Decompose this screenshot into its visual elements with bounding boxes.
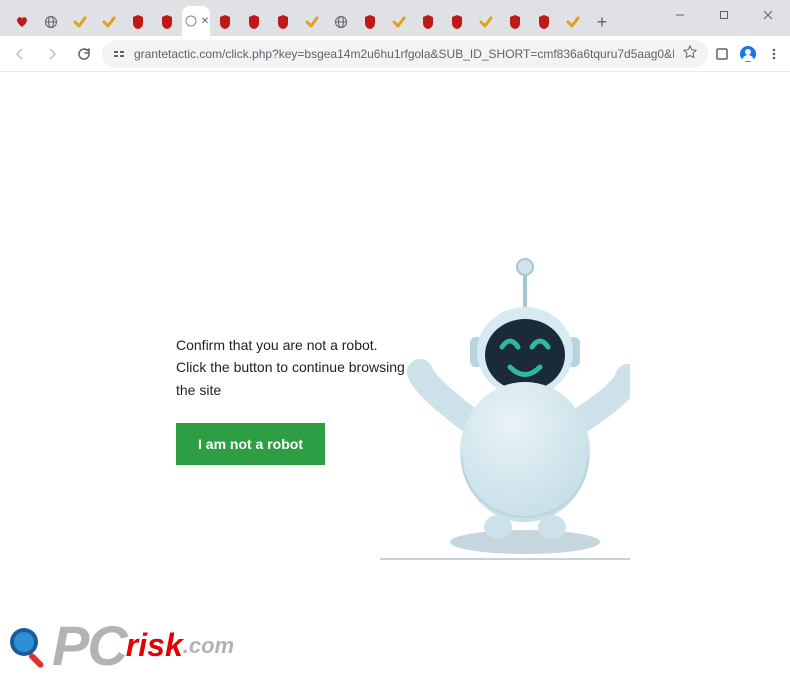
magnifier-icon bbox=[4, 622, 52, 670]
browser-tab[interactable] bbox=[327, 8, 355, 36]
browser-tab[interactable] bbox=[95, 8, 123, 36]
tab-favicon bbox=[478, 14, 494, 30]
tab-favicon bbox=[420, 14, 436, 30]
tab-favicon bbox=[72, 14, 88, 30]
browser-tab[interactable] bbox=[153, 8, 181, 36]
page-content: Confirm that you are not a robot. Click … bbox=[0, 72, 790, 688]
robot-illustration bbox=[370, 227, 630, 567]
tab-favicon bbox=[14, 14, 30, 30]
watermark-com: .com bbox=[183, 633, 234, 659]
tab-favicon bbox=[217, 14, 233, 30]
tab-favicon bbox=[507, 14, 523, 30]
tab-favicon bbox=[159, 14, 175, 30]
tab-favicon bbox=[43, 14, 59, 30]
reload-button[interactable] bbox=[70, 40, 98, 68]
page-favicon bbox=[183, 13, 199, 29]
minimize-button[interactable] bbox=[658, 0, 702, 30]
browser-tab[interactable] bbox=[66, 8, 94, 36]
browser-tab[interactable] bbox=[385, 8, 413, 36]
window-controls bbox=[658, 0, 790, 30]
close-window-button[interactable] bbox=[746, 0, 790, 30]
site-info-icon[interactable] bbox=[112, 47, 126, 61]
tab-favicon bbox=[101, 14, 117, 30]
browser-tab[interactable] bbox=[37, 8, 65, 36]
watermark: PC risk .com bbox=[0, 613, 234, 678]
browser-tab[interactable] bbox=[501, 8, 529, 36]
browser-tab[interactable]: ✕ bbox=[182, 6, 210, 36]
browser-tab[interactable] bbox=[240, 8, 268, 36]
tab-favicon bbox=[449, 14, 465, 30]
watermark-risk: risk bbox=[126, 627, 183, 664]
tab-favicon bbox=[391, 14, 407, 30]
maximize-button[interactable] bbox=[702, 0, 746, 30]
browser-tab[interactable] bbox=[211, 8, 239, 36]
watermark-pc: PC bbox=[52, 613, 126, 678]
extensions-icon[interactable] bbox=[712, 44, 732, 64]
toolbar: grantetactic.com/click.php?key=bsgea14m2… bbox=[0, 36, 790, 72]
browser-chrome: ✕ + grantetactic.com/click.php?key=bsgea1… bbox=[0, 0, 790, 72]
browser-tab[interactable] bbox=[356, 8, 384, 36]
tab-favicon bbox=[130, 14, 146, 30]
address-bar[interactable]: grantetactic.com/click.php?key=bsgea14m2… bbox=[102, 40, 708, 68]
bookmark-icon[interactable] bbox=[682, 44, 698, 63]
browser-tab[interactable] bbox=[298, 8, 326, 36]
forward-button[interactable] bbox=[38, 40, 66, 68]
browser-tab[interactable] bbox=[443, 8, 471, 36]
browser-tab[interactable] bbox=[559, 8, 587, 36]
menu-icon[interactable] bbox=[764, 44, 784, 64]
close-tab-icon[interactable]: ✕ bbox=[201, 16, 209, 27]
not-a-robot-button[interactable]: I am not a robot bbox=[176, 423, 325, 465]
browser-tab[interactable] bbox=[124, 8, 152, 36]
browser-tab[interactable] bbox=[530, 8, 558, 36]
browser-tab[interactable] bbox=[472, 8, 500, 36]
browser-tab[interactable] bbox=[269, 8, 297, 36]
new-tab-button[interactable]: + bbox=[588, 8, 616, 36]
tab-favicon bbox=[275, 14, 291, 30]
tab-favicon bbox=[536, 14, 552, 30]
tab-favicon bbox=[246, 14, 262, 30]
url-text: grantetactic.com/click.php?key=bsgea14m2… bbox=[134, 47, 674, 61]
browser-tab[interactable] bbox=[414, 8, 442, 36]
browser-tab[interactable] bbox=[8, 8, 36, 36]
tab-favicon bbox=[333, 14, 349, 30]
tab-favicon bbox=[565, 14, 581, 30]
tab-favicon bbox=[362, 14, 378, 30]
tab-favicon bbox=[304, 14, 320, 30]
back-button[interactable] bbox=[6, 40, 34, 68]
profile-icon[interactable] bbox=[738, 44, 758, 64]
